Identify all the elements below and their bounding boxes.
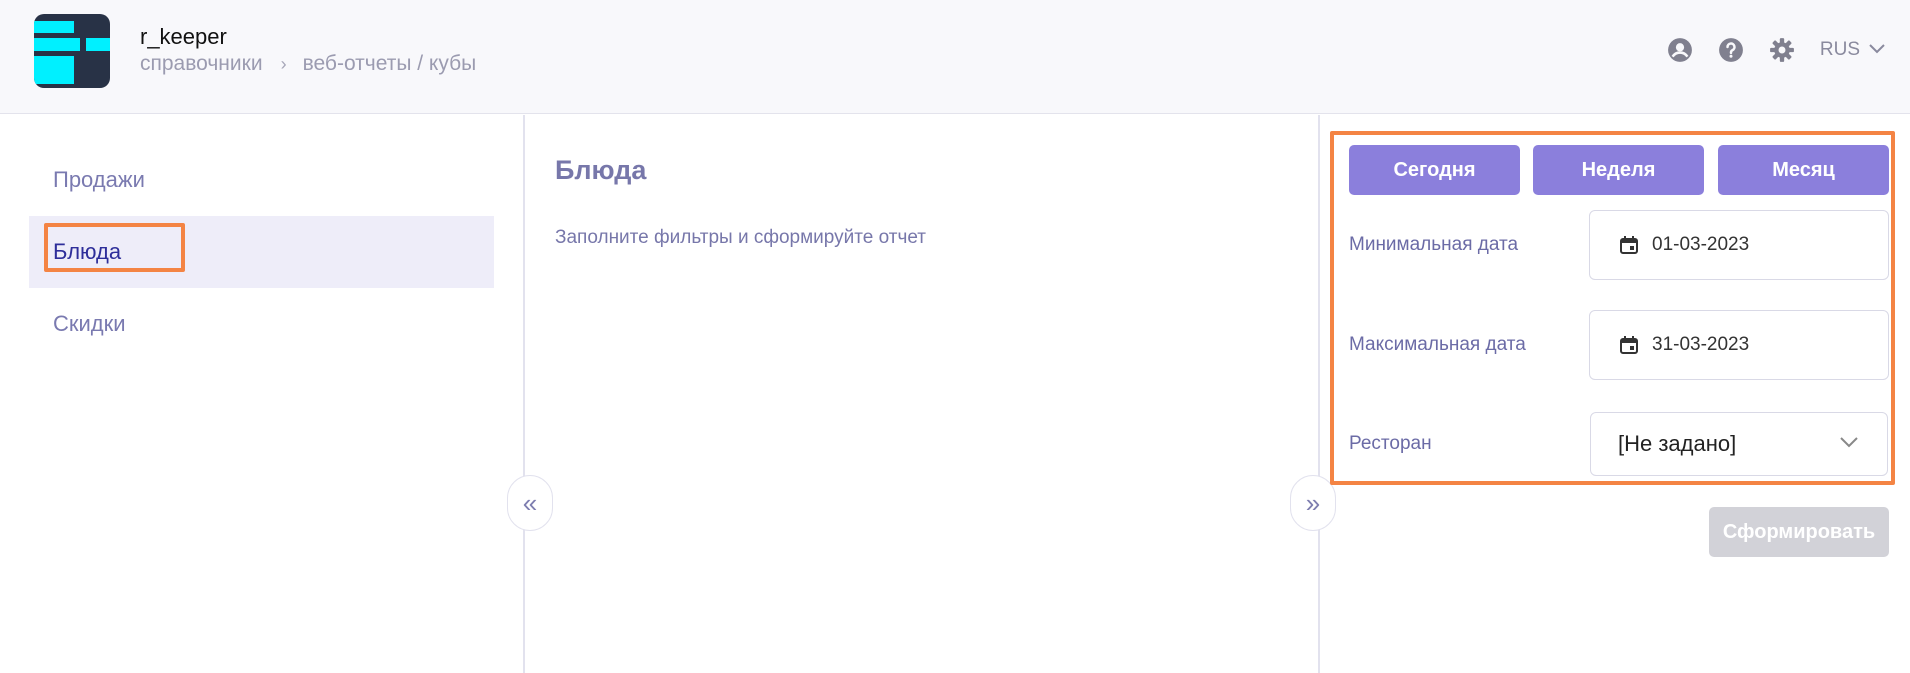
sidebar-item-label: Блюда xyxy=(53,239,122,264)
breadcrumb-separator: › xyxy=(280,53,287,74)
main-content: Блюда Заполните фильтры и сформируйте от… xyxy=(527,115,1318,673)
max-date-value: 31-03-2023 xyxy=(1652,334,1750,355)
sidebar-item-discounts[interactable]: Скидки xyxy=(29,288,494,360)
chevron-down-icon xyxy=(1868,39,1886,61)
app-logo[interactable] xyxy=(34,14,110,88)
min-date-value: 01-03-2023 xyxy=(1652,234,1750,255)
sidebar-item-sales[interactable]: Продажи xyxy=(29,144,494,216)
header-actions: RUS xyxy=(1643,36,1910,64)
empty-state-hint: Заполните фильтры и сформируйте отчет xyxy=(555,227,926,248)
collapse-left-button[interactable]: « xyxy=(507,475,553,531)
filter-panel xyxy=(1318,115,1910,673)
gear-icon[interactable] xyxy=(1768,36,1796,64)
min-date-field[interactable]: 01-03-2023 xyxy=(1589,210,1889,280)
today-button[interactable]: Сегодня xyxy=(1349,145,1520,195)
double-chevron-right-icon: » xyxy=(1305,487,1321,518)
sidebar-item-label: Продажи xyxy=(53,167,145,192)
restaurant-label: Ресторан xyxy=(1349,433,1432,454)
language-label: RUS xyxy=(1819,39,1860,60)
user-icon[interactable] xyxy=(1666,36,1694,64)
month-button[interactable]: Месяц xyxy=(1718,145,1889,195)
language-selector[interactable]: RUS xyxy=(1820,39,1886,61)
double-chevron-left-icon: « xyxy=(522,487,538,518)
sidebar-item-dishes[interactable]: Блюда xyxy=(29,216,494,288)
help-icon[interactable] xyxy=(1717,36,1745,64)
chevron-down-icon xyxy=(1839,435,1859,453)
calendar-icon xyxy=(1618,334,1640,356)
max-date-label: Максимальная дата xyxy=(1349,334,1526,355)
max-date-field[interactable]: 31-03-2023 xyxy=(1589,310,1889,380)
breadcrumb: справочники › веб-отчеты / кубы xyxy=(140,52,476,76)
app-title: r_keeper xyxy=(140,24,227,49)
breadcrumb-item-directories[interactable]: справочники xyxy=(140,52,263,76)
generate-report-button[interactable]: Сформировать xyxy=(1709,507,1889,557)
collapse-right-button[interactable]: » xyxy=(1290,475,1336,531)
app-header: r_keeper справочники › веб-отчеты / кубы… xyxy=(0,0,1910,114)
sidebar-item-label: Скидки xyxy=(53,311,126,336)
breadcrumb-item-web-reports[interactable]: веб-отчеты / кубы xyxy=(303,52,477,76)
min-date-label: Минимальная дата xyxy=(1349,234,1519,255)
calendar-icon xyxy=(1618,234,1640,256)
page-title: Блюда xyxy=(555,155,647,185)
restaurant-select[interactable]: [Не задано] xyxy=(1590,412,1888,476)
restaurant-value: [Не задано] xyxy=(1618,431,1737,456)
week-button[interactable]: Неделя xyxy=(1533,145,1704,195)
